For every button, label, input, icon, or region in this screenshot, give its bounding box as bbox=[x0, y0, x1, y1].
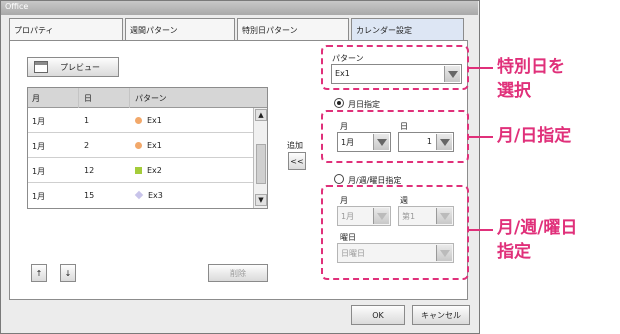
cell-day: 12 bbox=[84, 166, 95, 175]
calendar-icon bbox=[34, 61, 48, 73]
monthweek-callout: 月/週/曜日 指定 bbox=[497, 218, 578, 262]
column-header-pattern: パターン bbox=[135, 94, 167, 103]
table-row[interactable]: 1月 12 Ex2 bbox=[28, 158, 253, 183]
cell-day: 2 bbox=[84, 141, 90, 150]
tab-calendar-settings[interactable]: カレンダー設定 bbox=[351, 18, 464, 40]
pattern-highlight-box bbox=[321, 45, 469, 90]
monthweek-highlight-box bbox=[321, 185, 469, 280]
monthday-radio[interactable] bbox=[334, 98, 344, 108]
add-label: 追加 bbox=[287, 141, 303, 150]
preview-button[interactable]: プレビュー bbox=[27, 57, 119, 77]
cell-month: 1月 bbox=[32, 142, 46, 151]
scroll-down-arrow-icon[interactable]: ▼ bbox=[255, 194, 267, 206]
cell-day: 15 bbox=[84, 191, 95, 200]
lavender-diamond-icon bbox=[134, 190, 144, 200]
table-row[interactable]: 1月 2 Ex1 bbox=[28, 133, 253, 158]
tab-properties[interactable]: プロパティ bbox=[9, 18, 123, 40]
move-up-button[interactable]: ↑ bbox=[31, 264, 47, 282]
tab-weekly-pattern[interactable]: 週間パターン bbox=[125, 18, 235, 40]
monthweek-callout-line bbox=[469, 229, 493, 231]
tab-special-day-pattern[interactable]: 特別日パターン bbox=[237, 18, 349, 40]
table-header: 月 日 パターン bbox=[28, 88, 267, 108]
window-title: Office bbox=[5, 2, 29, 11]
monthday-callout: 月/日指定 bbox=[497, 126, 572, 146]
monthday-highlight-box bbox=[321, 110, 469, 163]
ok-button[interactable]: OK bbox=[351, 305, 405, 325]
monthday-callout-line bbox=[469, 136, 493, 138]
orange-circle-icon bbox=[135, 142, 142, 149]
table-scrollbar[interactable]: ▲ ▼ bbox=[253, 108, 267, 208]
table-row[interactable]: 1月 1 Ex1 bbox=[28, 108, 253, 133]
pattern-callout-line bbox=[469, 67, 493, 69]
cell-pattern: Ex1 bbox=[135, 141, 162, 150]
cell-pattern: Ex2 bbox=[135, 166, 162, 175]
cell-day: 1 bbox=[84, 116, 90, 125]
column-header-month: 月 bbox=[32, 94, 40, 103]
table-row[interactable]: 1月 15 Ex3 bbox=[28, 183, 253, 208]
green-square-icon bbox=[135, 167, 142, 174]
monthweek-radio[interactable] bbox=[334, 174, 344, 184]
cell-pattern: Ex1 bbox=[135, 116, 162, 125]
orange-circle-icon bbox=[135, 117, 142, 124]
cell-month: 1月 bbox=[32, 167, 46, 176]
cell-month: 1月 bbox=[32, 192, 46, 201]
column-header-day: 日 bbox=[84, 94, 92, 103]
title-bar bbox=[1, 1, 478, 15]
add-button[interactable]: << bbox=[288, 152, 306, 170]
cancel-button[interactable]: キャンセル bbox=[412, 305, 470, 325]
scroll-up-arrow-icon[interactable]: ▲ bbox=[255, 109, 267, 121]
cell-month: 1月 bbox=[32, 117, 46, 126]
preview-button-label: プレビュー bbox=[60, 62, 100, 72]
cell-pattern: Ex3 bbox=[134, 190, 163, 200]
delete-button[interactable]: 削除 bbox=[208, 264, 268, 282]
special-day-table: 月 日 パターン 1月 1 Ex1 1月 2 Ex1 1月 12 Ex2 1月 … bbox=[27, 87, 268, 209]
scroll-thumb[interactable] bbox=[256, 144, 266, 184]
move-down-button[interactable]: ↓ bbox=[60, 264, 76, 282]
pattern-callout: 特別日を 選択 bbox=[497, 57, 565, 101]
monthday-radio-label: 月日指定 bbox=[348, 100, 380, 109]
